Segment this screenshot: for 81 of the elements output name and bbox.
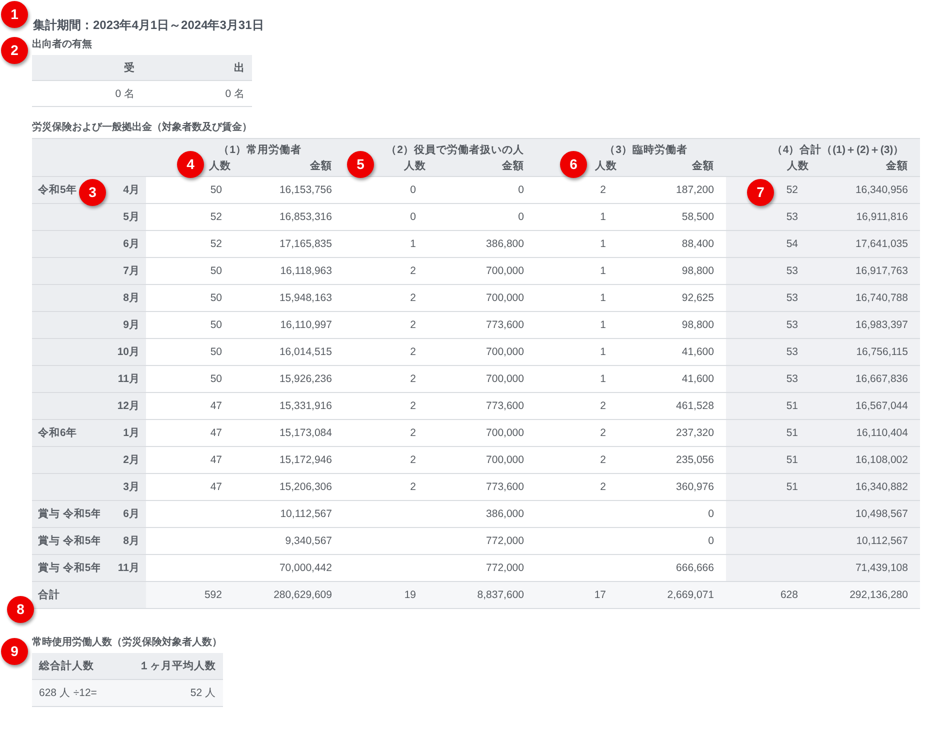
section-heading: 常時使用労働人数（労災保険対象者人数） [32,636,223,650]
table-cell: 16,756,115 [812,339,920,366]
row-header: 10月 [100,339,146,366]
table-cell: 280,629,609 [236,582,344,609]
column-header: 金額 [310,160,332,172]
group-title: （4）合計（(1)＋(2)＋(3)） [770,144,906,158]
table-cell: 16,340,956 [812,177,920,204]
table-cell: 16,110,404 [812,420,920,447]
table-cell: 54 [726,231,812,258]
column-header: 人数 [404,160,426,172]
marker-badge: 1 [1,1,28,28]
row-header: 11月 [100,555,146,582]
table-cell: 17 [536,582,620,609]
group-title: （3）臨時労働者 [604,144,688,158]
group-title: （2）役員で労働者扱いの人 [385,144,525,158]
table-cell: 16,983,397 [812,312,920,339]
group-title: （1）常用労働者 [218,144,302,158]
row-header: 合計 [32,582,146,609]
table-cell: 71,439,108 [812,555,920,582]
column-header: 出 [142,55,252,81]
row-header: 賞与 令和5年 [32,528,100,555]
table-cell: 292,136,280 [812,582,920,609]
table-cell: 0 名 [142,81,252,107]
table-cell: 16,667,836 [812,366,920,393]
marker-badge: 8 [7,596,34,623]
column-header: 金額 [502,160,524,172]
row-header: 9月 [100,312,146,339]
section-heading: 出向者の有無 [32,38,93,52]
table-cell: 592 [146,582,236,609]
marker-badge: 2 [1,37,28,64]
row-header: 2月 [100,447,146,474]
table-cell: 51 [726,393,812,420]
table-cell: 8,837,600 [430,582,536,609]
row-header: 6月 [100,501,146,528]
row-header: 6月 [100,231,146,258]
table-cell: 0 名 [32,81,142,107]
table-cell: 16,911,816 [812,204,920,231]
row-header: 賞与 令和5年 [32,555,100,582]
row-header: 3月 [100,474,146,501]
row-header: 令和6年 [32,420,100,447]
column-header: 人数 [787,160,809,172]
table-cell: 16,108,002 [812,447,920,474]
row-header: 7月 [100,258,146,285]
table-cell: 53 [726,339,812,366]
row-header: 5月 [100,204,146,231]
table-cell: 10,112,567 [812,528,920,555]
table-cell: 53 [726,312,812,339]
table-cell: 51 [726,420,812,447]
column-header: 人数 [209,160,231,172]
table-cell: 53 [726,366,812,393]
row-header: 8月 [100,528,146,555]
column-header: １ヶ月平均人数 [128,653,223,680]
table-cell: 17,641,035 [812,231,920,258]
column-header: 金額 [886,160,908,172]
table-cell: 16,340,882 [812,474,920,501]
table-cell: 2,669,071 [620,582,726,609]
table-cell: 16,740,788 [812,285,920,312]
marker-badge: 9 [1,638,28,665]
table-cell: 10,498,567 [812,501,920,528]
row-header: 賞与 令和5年 [32,501,100,528]
table-cell: 51 [726,474,812,501]
table-cell: 628 [726,582,812,609]
table-cell: 53 [726,258,812,285]
table-cell: 628 人 ÷12= [32,680,128,707]
table-cell: 19 [344,582,430,609]
row-header: 12月 [100,393,146,420]
row-header: 1月 [100,420,146,447]
column-header: 総合計人数 [32,653,128,680]
period-title: 集計期間：2023年4月1日～2024年3月31日 [33,17,265,33]
row-header: 11月 [100,366,146,393]
column-header: 金額 [692,160,714,172]
table-cell: 16,917,763 [812,258,920,285]
section-heading: 労災保険および一般拠出金（対象者数及び賃金） [32,121,253,135]
column-header: 人数 [595,160,617,172]
table-cell: 16,567,044 [812,393,920,420]
table-cell: 52 人 [128,680,223,707]
table-cell: 53 [726,285,812,312]
table-cell: 51 [726,447,812,474]
column-header: 受 [32,55,142,81]
row-header: 8月 [100,285,146,312]
table-cell: 53 [726,204,812,231]
